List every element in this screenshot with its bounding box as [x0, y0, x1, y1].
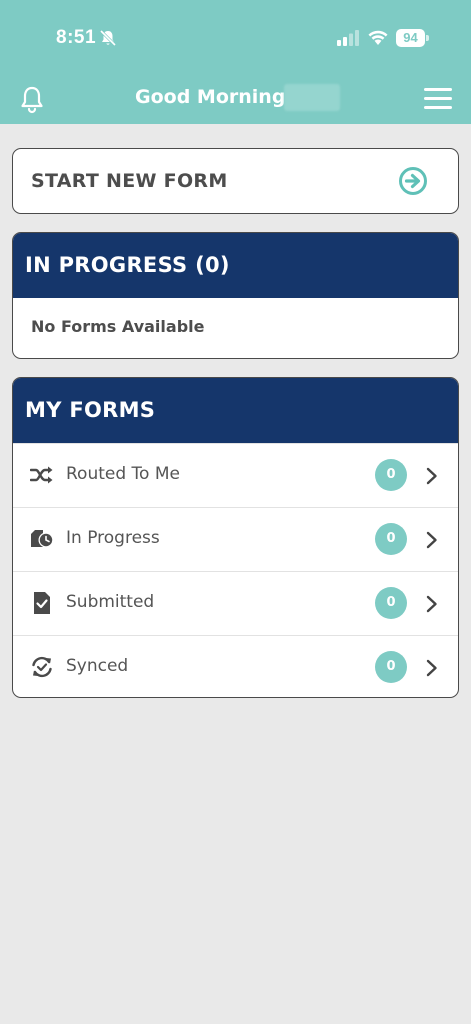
start-new-form-label: START NEW FORM [31, 170, 228, 192]
form-row-submitted[interactable]: Submitted 0 [13, 571, 458, 634]
form-row-label: Routed To Me [66, 464, 180, 484]
my-forms-card: MY FORMS Routed To Me 0 In Progress 0 Su… [12, 377, 459, 698]
wifi-icon [368, 30, 388, 45]
in-progress-title: IN PROGRESS (0) [25, 253, 230, 277]
count-badge: 0 [375, 523, 407, 555]
battery-indicator: 94 [396, 29, 429, 47]
start-new-form-button[interactable]: START NEW FORM [12, 148, 459, 214]
in-progress-card: IN PROGRESS (0) No Forms Available [12, 232, 459, 359]
chevron-right-icon [426, 531, 437, 549]
signal-icon [337, 30, 359, 46]
count-badge: 0 [375, 587, 407, 619]
form-row-routed-to-me[interactable]: Routed To Me 0 [13, 443, 458, 506]
form-row-label: In Progress [66, 528, 160, 548]
no-forms-message: No Forms Available [31, 317, 205, 336]
chevron-right-icon [426, 659, 437, 677]
sync-check-icon [32, 656, 52, 678]
clock-folder-icon [31, 530, 54, 548]
hamburger-menu-icon[interactable] [422, 86, 454, 112]
greeting-text: Good Morning, [135, 86, 293, 108]
form-row-label: Submitted [66, 592, 155, 612]
form-row-label: Synced [66, 656, 129, 676]
my-forms-header: MY FORMS [13, 378, 458, 443]
bell-off-icon [99, 29, 117, 47]
my-forms-title: MY FORMS [25, 398, 156, 422]
chevron-right-icon [426, 595, 437, 613]
form-row-synced[interactable]: Synced 0 [13, 635, 458, 697]
doc-check-icon [34, 592, 50, 614]
battery-tip [426, 35, 429, 41]
chevron-right-icon [426, 467, 437, 485]
shuffle-icon [30, 466, 53, 484]
redacted-user-name [284, 84, 340, 111]
bell-icon[interactable] [18, 84, 46, 114]
in-progress-header: IN PROGRESS (0) [13, 233, 458, 298]
battery-level: 94 [396, 29, 425, 47]
top-header: 8:51 94 Good Morning, [0, 0, 471, 124]
count-badge: 0 [375, 459, 407, 491]
status-time: 8:51 [56, 27, 97, 48]
count-badge: 0 [375, 651, 407, 683]
form-row-in-progress[interactable]: In Progress 0 [13, 507, 458, 570]
arrow-right-circle-icon [399, 167, 427, 195]
